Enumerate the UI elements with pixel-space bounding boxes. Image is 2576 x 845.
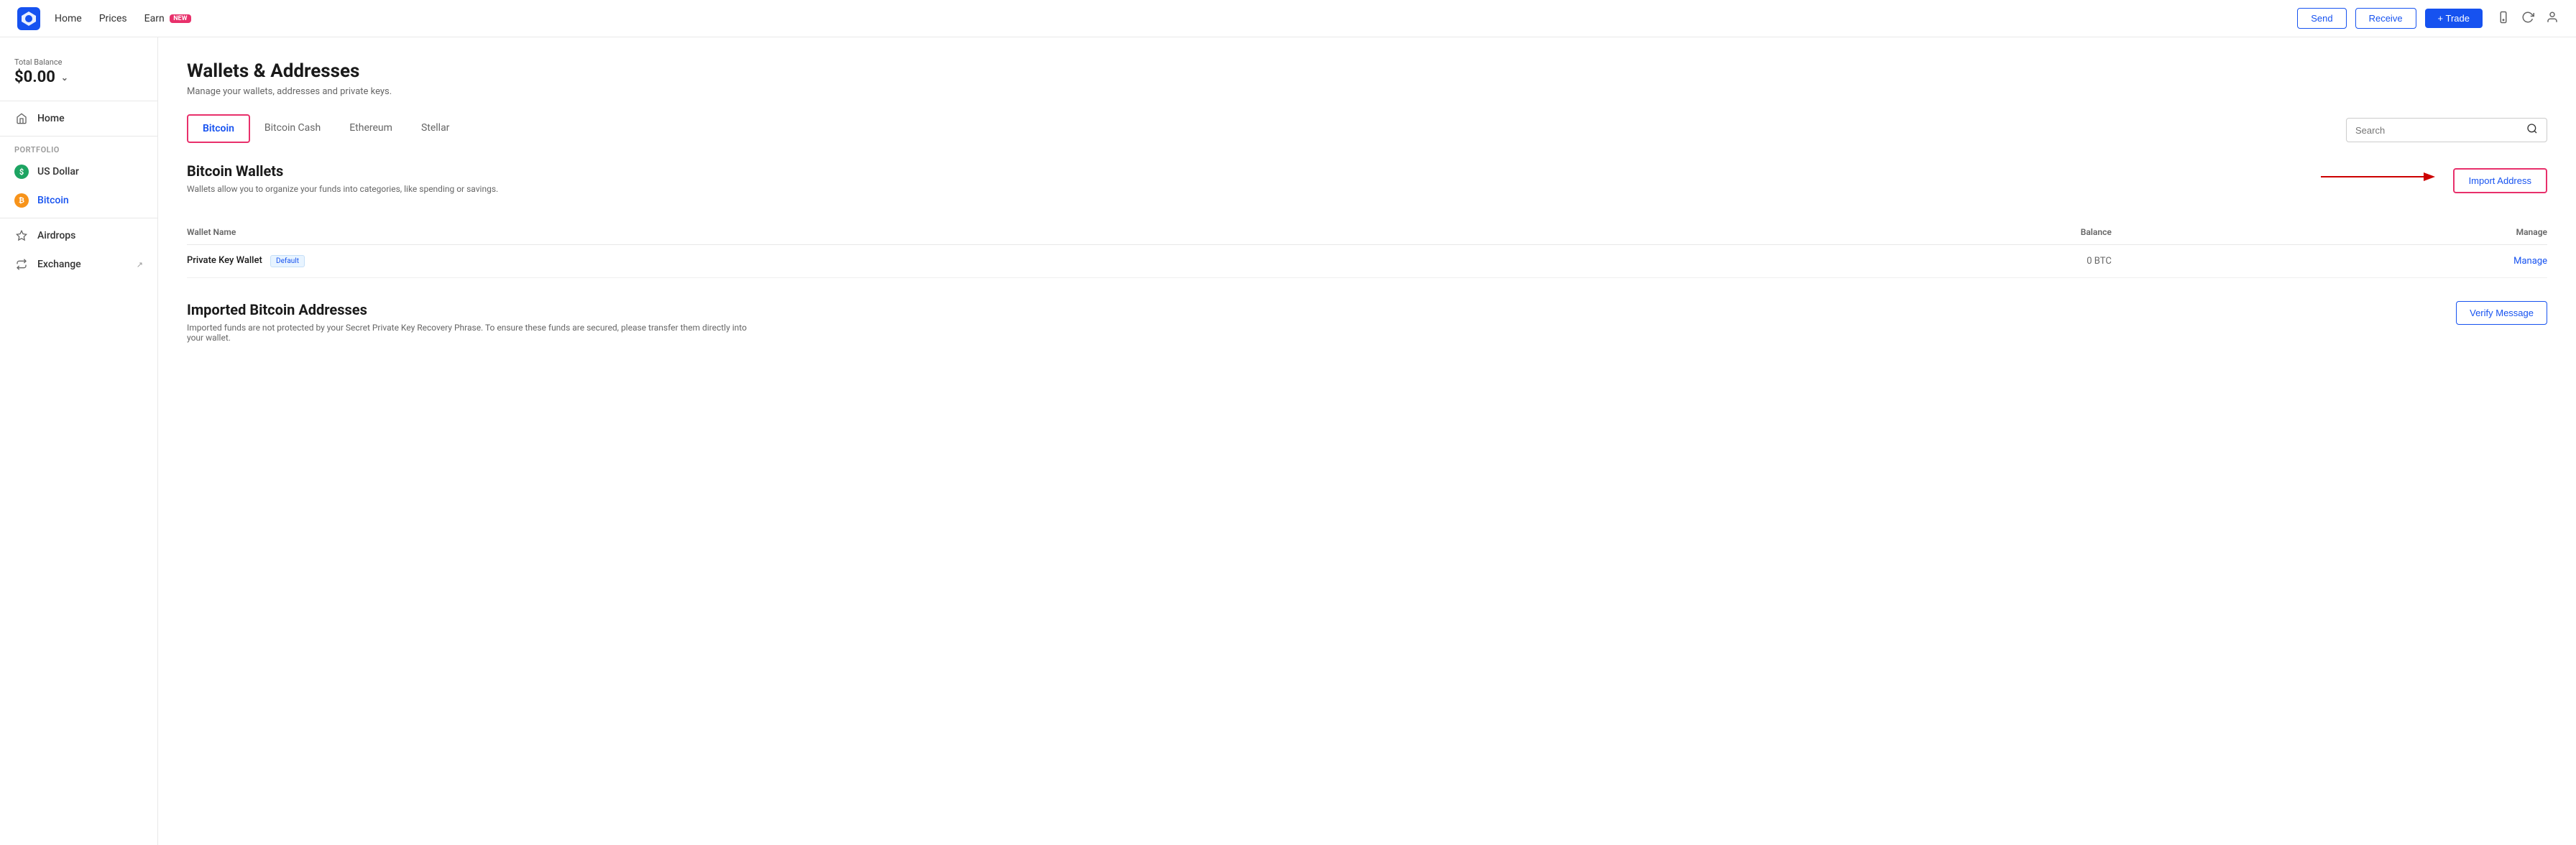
- tab-ethereum[interactable]: Ethereum: [335, 115, 407, 142]
- imported-header: Imported Bitcoin Addresses Imported fund…: [187, 301, 2547, 343]
- import-address-button[interactable]: Import Address: [2453, 168, 2547, 193]
- page-title: Wallets & Addresses: [187, 60, 2547, 82]
- default-badge: Default: [270, 255, 305, 267]
- nav-prices[interactable]: Prices: [99, 13, 127, 24]
- sidebar-divider-2: [0, 136, 157, 137]
- wallet-name-cell: Private Key Wallet Default: [187, 245, 1711, 278]
- sidebar-airdrops-label: Airdrops: [37, 230, 75, 241]
- sidebar-item-exchange[interactable]: Exchange ↗: [0, 250, 157, 279]
- search-box: [2346, 118, 2547, 142]
- airdrops-icon: [14, 228, 29, 243]
- col-balance: Balance: [1711, 220, 2112, 245]
- wallet-table: Wallet Name Balance Manage Private Key W…: [187, 220, 2547, 278]
- usd-icon: $: [14, 165, 29, 179]
- sidebar-item-airdrops[interactable]: Airdrops: [0, 221, 157, 250]
- home-icon: [14, 111, 29, 126]
- sidebar-item-btc[interactable]: ₿ Bitcoin: [0, 186, 157, 215]
- balance-chevron-icon[interactable]: ⌄: [61, 73, 68, 83]
- wallet-manage-cell: Manage: [2112, 245, 2547, 278]
- search-input[interactable]: [2355, 125, 2521, 136]
- nav-links: Home Prices Earn NEW: [55, 13, 191, 24]
- verify-message-button[interactable]: Verify Message: [2456, 301, 2547, 325]
- sidebar-usd-label: US Dollar: [37, 166, 79, 177]
- manage-link[interactable]: Manage: [2112, 256, 2547, 267]
- page-subtitle: Manage your wallets, addresses and priva…: [187, 86, 2547, 97]
- receive-button[interactable]: Receive: [2355, 8, 2416, 29]
- balance-label: Total Balance: [14, 57, 143, 67]
- wallet-header-row: Bitcoin Wallets Wallets allow you to org…: [187, 162, 2547, 208]
- tabs-search-row: Bitcoin Bitcoin Cash Ethereum Stellar: [187, 114, 2547, 142]
- sidebar-btc-label: Bitcoin: [37, 195, 69, 206]
- imported-text-area: Imported Bitcoin Addresses Imported fund…: [187, 301, 762, 343]
- balance-amount: $0.00 ⌄: [14, 68, 143, 86]
- nav-icons: [2497, 11, 2559, 27]
- sidebar: Total Balance $0.00 ⌄ Home Portfolio $ U…: [0, 37, 158, 845]
- tab-bitcoin[interactable]: Bitcoin: [187, 114, 250, 143]
- sidebar-item-home[interactable]: Home: [0, 104, 157, 133]
- main-content: Wallets & Addresses Manage your wallets,…: [158, 37, 2576, 845]
- nav-right: Send Receive + Trade: [2297, 8, 2559, 29]
- user-icon[interactable]: [2546, 11, 2559, 27]
- annotation-arrow: [2314, 155, 2443, 198]
- app-logo[interactable]: [17, 7, 40, 30]
- col-wallet-name: Wallet Name: [187, 220, 1711, 245]
- send-button[interactable]: Send: [2297, 8, 2346, 29]
- col-manage: Manage: [2112, 220, 2547, 245]
- imported-section: Imported Bitcoin Addresses Imported fund…: [187, 301, 2547, 343]
- sidebar-exchange-label: Exchange: [37, 259, 81, 270]
- earn-badge: NEW: [170, 14, 190, 23]
- refresh-icon[interactable]: [2521, 11, 2534, 27]
- portfolio-label: Portfolio: [0, 139, 157, 157]
- nav-home[interactable]: Home: [55, 13, 82, 24]
- layout: Total Balance $0.00 ⌄ Home Portfolio $ U…: [0, 0, 2576, 845]
- section-subtitle: Wallets allow you to organize your funds…: [187, 184, 498, 194]
- import-button-area: Import Address: [2453, 162, 2547, 193]
- nav-earn[interactable]: Earn NEW: [144, 13, 191, 24]
- exchange-icon: [14, 257, 29, 272]
- top-nav: Home Prices Earn NEW Send Receive + Trad…: [0, 0, 2576, 37]
- mobile-icon[interactable]: [2497, 11, 2510, 27]
- imported-title: Imported Bitcoin Addresses: [187, 301, 762, 318]
- imported-subtitle: Imported funds are not protected by your…: [187, 323, 762, 343]
- tab-bitcoin-cash[interactable]: Bitcoin Cash: [250, 115, 335, 142]
- tabs: Bitcoin Bitcoin Cash Ethereum Stellar: [187, 114, 464, 142]
- search-icon[interactable]: [2526, 123, 2538, 137]
- sidebar-item-usd[interactable]: $ US Dollar: [0, 157, 157, 186]
- wallet-section-header: Bitcoin Wallets Wallets allow you to org…: [187, 162, 498, 208]
- sidebar-home-label: Home: [37, 113, 65, 124]
- trade-button[interactable]: + Trade: [2425, 9, 2483, 28]
- tab-stellar[interactable]: Stellar: [407, 115, 464, 142]
- table-row: Private Key Wallet Default 0 BTC Manage: [187, 245, 2547, 278]
- btc-icon: ₿: [14, 193, 29, 208]
- total-balance-section: Total Balance $0.00 ⌄: [0, 49, 157, 98]
- wallet-balance-cell: 0 BTC: [1711, 245, 2112, 278]
- section-title: Bitcoin Wallets: [187, 162, 498, 180]
- external-link-icon: ↗: [137, 260, 143, 269]
